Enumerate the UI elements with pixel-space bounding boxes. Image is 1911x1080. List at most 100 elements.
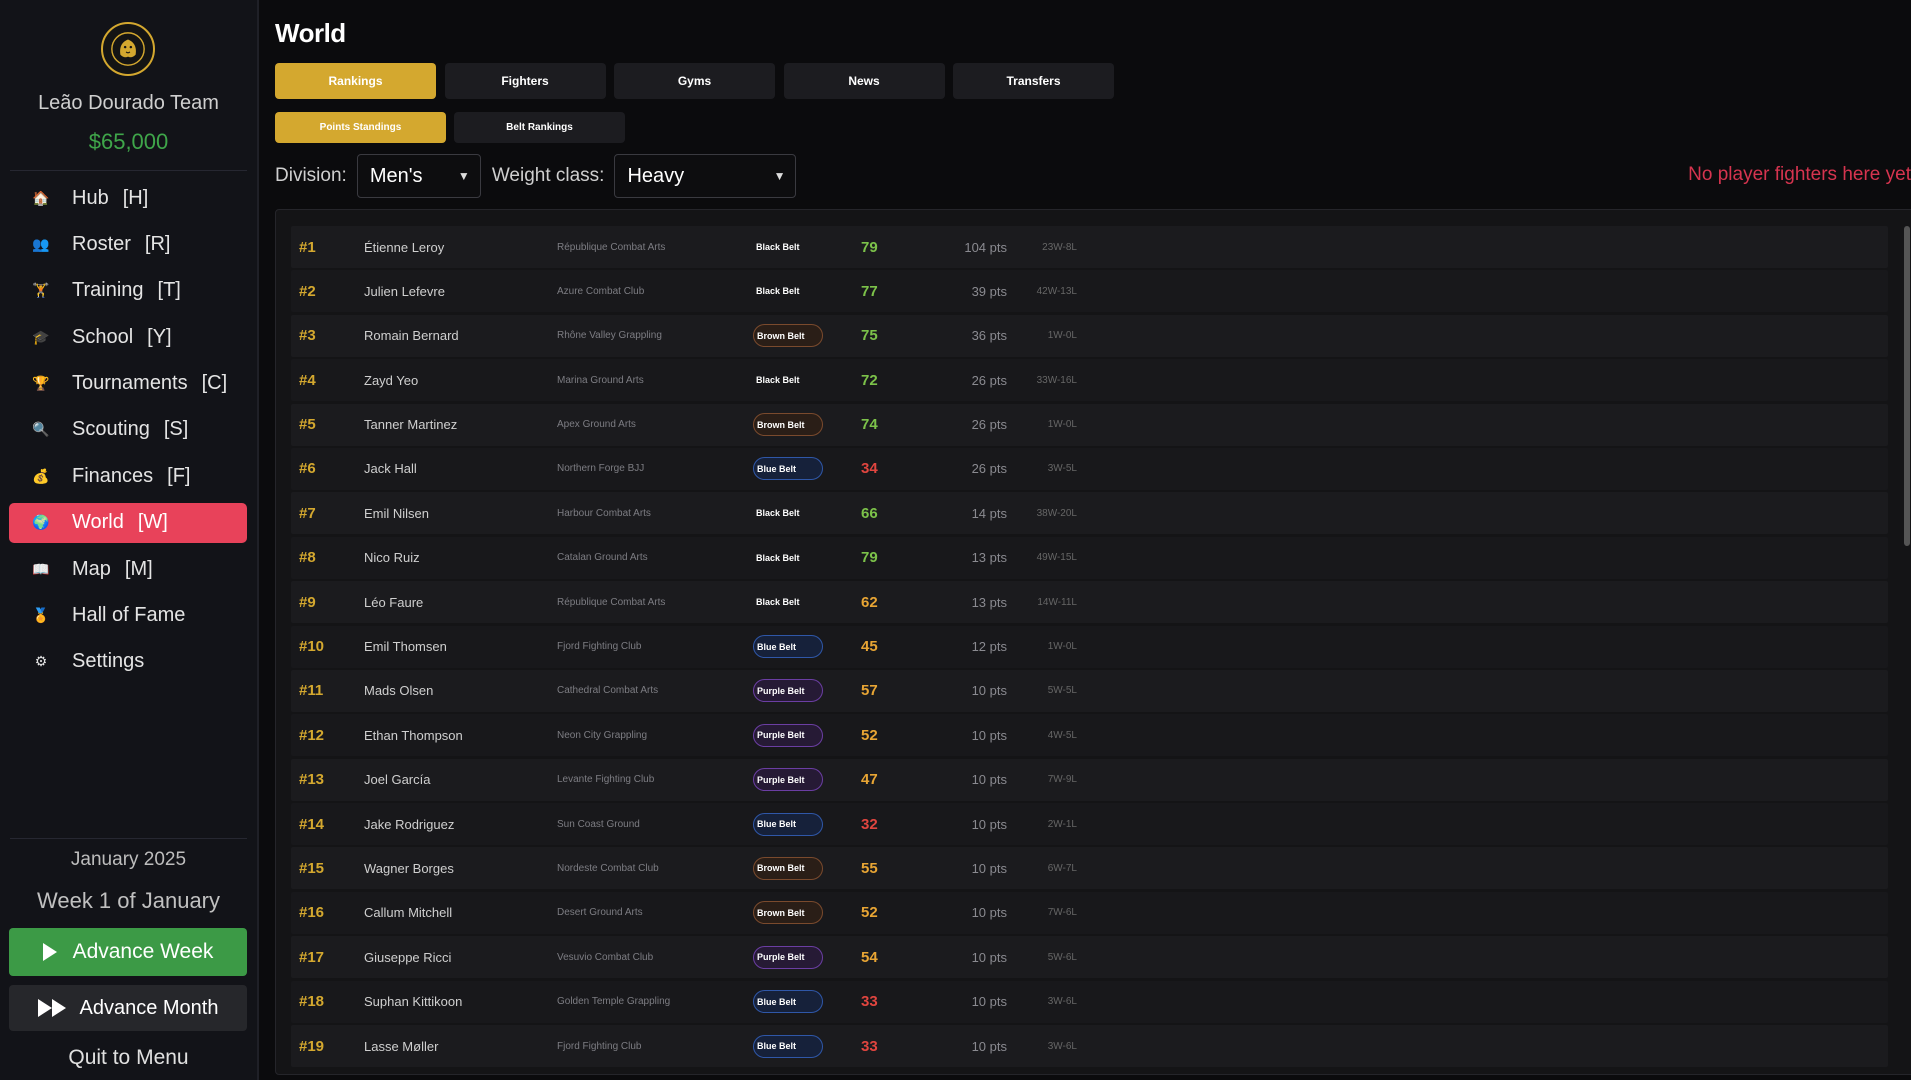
fighter-name[interactable]: Tanner Martinez xyxy=(364,417,557,432)
table-row[interactable]: #10 Emil Thomsen Fjord Fighting Club Blue B… xyxy=(291,625,1888,668)
overall-rating: 57 xyxy=(861,682,878,700)
table-row[interactable]: #6 Jack Hall Northern Forge BJJ Blue Belt 34… xyxy=(291,447,1888,490)
sidebar-item-roster[interactable]: 👥 Roster [R] xyxy=(9,224,247,264)
table-row[interactable]: #19 Lasse Møller Fjord Fighting Club Blue B… xyxy=(291,1025,1888,1068)
table-row[interactable]: #17 Giuseppe Ricci Vesuvio Combat Club Purp… xyxy=(291,936,1888,979)
money-bag-icon: 💰 xyxy=(32,467,50,484)
team-name: Leão Dourado Team xyxy=(38,92,219,114)
table-row[interactable]: #12 Ethan Thompson Neon City Grappling Purp… xyxy=(291,714,1888,757)
sidebar-item-settings[interactable]: ⚙ Settings xyxy=(9,642,247,682)
sidebar-item-hall-of-fame[interactable]: 🏅 Hall of Fame xyxy=(9,596,247,636)
sidebar-item-finances[interactable]: 💰 Finances [F] xyxy=(9,456,247,496)
table-row[interactable]: #16 Callum Mitchell Desert Ground Arts Brow… xyxy=(291,891,1888,934)
table-row[interactable]: #4 Zayd Yeo Marina Ground Arts Black Belt 72… xyxy=(291,359,1888,402)
tab-news[interactable]: News xyxy=(783,63,945,99)
advance-week-label: Advance Week xyxy=(72,940,214,963)
scrollbar[interactable] xyxy=(1904,226,1910,546)
fighter-name[interactable]: Julien Lefevre xyxy=(364,284,557,299)
graduation-cap-icon: 🎓 xyxy=(32,328,50,345)
fighter-name[interactable]: Wagner Borges xyxy=(364,861,557,876)
division-select[interactable]: Men's ▼ xyxy=(356,154,481,198)
belt-cell: Black Belt xyxy=(753,236,861,259)
sidebar-item-tournaments[interactable]: 🏆 Tournaments [C] xyxy=(9,364,247,404)
gym-name: Northern Forge BJJ xyxy=(557,463,645,475)
record: 33W-16L xyxy=(1036,374,1077,386)
belt-cell: Blue Belt xyxy=(753,1034,861,1058)
table-row[interactable]: #2 Julien Lefevre Azure Combat Club Black B… xyxy=(291,270,1888,313)
overall-rating: 52 xyxy=(861,726,878,744)
table-row[interactable]: #18 Suphan Kittikoon Golden Temple Grappli… xyxy=(291,980,1888,1023)
weight-class-value: Heavy xyxy=(627,164,685,187)
advance-month-label: Advance Month xyxy=(79,996,219,1019)
sidebar-item-world[interactable]: 🌍 World [W] xyxy=(9,502,247,543)
fighter-name[interactable]: Zayd Yeo xyxy=(364,373,557,388)
table-row[interactable]: #1 Étienne Leroy République Combat Arts Bla… xyxy=(291,226,1888,268)
belt-badge: Black Belt xyxy=(756,552,800,563)
table-row[interactable]: #14 Jake Rodriguez Sun Coast Ground Blue Be… xyxy=(291,803,1888,846)
record: 14W-11L xyxy=(1037,596,1077,608)
points: 14 pts xyxy=(971,505,1007,521)
sidebar-item-training[interactable]: 🏋 Training [T] xyxy=(9,271,247,311)
fighter-name[interactable]: Joel García xyxy=(364,772,557,787)
subtab-belt-rankings[interactable]: Belt Rankings xyxy=(454,112,625,143)
belt-badge: Blue Belt xyxy=(753,990,823,1014)
advance-month-button[interactable]: Advance Month xyxy=(9,985,247,1031)
gym-name: Fjord Fighting Club xyxy=(557,641,642,653)
table-row[interactable]: #7 Emil Nilsen Harbour Combat Arts Black Be… xyxy=(291,492,1888,535)
sidebar-item-scouting[interactable]: 🔍 Scouting [S] xyxy=(9,410,247,450)
advance-week-button[interactable]: Advance Week xyxy=(9,928,247,976)
table-row[interactable]: #8 Nico Ruiz Catalan Ground Arts Black Belt… xyxy=(291,536,1888,579)
table-row[interactable]: #13 Joel García Levante Fighting Club Purpl… xyxy=(291,758,1888,801)
table-row[interactable]: #9 Léo Faure République Combat Arts Black B… xyxy=(291,581,1888,624)
record: 2W-1L xyxy=(1047,818,1077,830)
fighter-name[interactable]: Ethan Thompson xyxy=(364,728,557,743)
gym-name: Azure Combat Club xyxy=(557,285,645,297)
quit-to-menu-button[interactable]: Quit to Menu xyxy=(0,1046,257,1070)
belt-cell: Black Belt xyxy=(753,280,861,303)
points: 36 pts xyxy=(971,328,1007,344)
subtab-points-standings[interactable]: Points Standings xyxy=(275,112,446,143)
gym-name: Neon City Grappling xyxy=(557,729,648,741)
fighter-name[interactable]: Emil Nilsen xyxy=(364,506,557,521)
fighter-name[interactable]: Callum Mitchell xyxy=(364,905,557,920)
points: 13 pts xyxy=(971,550,1007,566)
overall-rating: 33 xyxy=(861,1037,878,1055)
sidebar-item-school[interactable]: 🎓 School [Y] xyxy=(9,317,247,357)
sidebar-item-hub[interactable]: 🏠 Hub [H] xyxy=(9,178,247,218)
rank-number: #18 xyxy=(299,993,325,1011)
fighter-name[interactable]: Jake Rodriguez xyxy=(364,817,557,832)
fighter-name[interactable]: Mads Olsen xyxy=(364,683,557,698)
fighter-name[interactable]: Nico Ruiz xyxy=(364,550,557,565)
points: 10 pts xyxy=(971,683,1007,699)
fighter-name[interactable]: Romain Bernard xyxy=(364,328,557,343)
overall-rating: 72 xyxy=(861,371,878,389)
fighter-name[interactable]: Étienne Leroy xyxy=(364,240,557,255)
overall-rating: 74 xyxy=(861,416,878,434)
rankings-table[interactable]: #1 Étienne Leroy République Combat Arts Bla… xyxy=(275,209,1911,1075)
fighter-name[interactable]: Léo Faure xyxy=(364,595,557,610)
table-row[interactable]: #5 Tanner Martinez Apex Ground Arts Brown B… xyxy=(291,403,1888,446)
fighter-name[interactable]: Emil Thomsen xyxy=(364,639,557,654)
fighter-name[interactable]: Lasse Møller xyxy=(364,1039,557,1054)
tab-gyms[interactable]: Gyms xyxy=(614,63,775,99)
tab-fighters[interactable]: Fighters xyxy=(444,63,606,99)
record: 42W-13L xyxy=(1036,285,1077,297)
rank-number: #11 xyxy=(299,682,324,700)
table-row[interactable]: #11 Mads Olsen Cathedral Combat Arts Purple… xyxy=(291,669,1888,712)
points: 104 pts xyxy=(964,239,1007,255)
sidebar-item-map[interactable]: 📖 Map [M] xyxy=(9,549,247,589)
weight-class-select[interactable]: Heavy ▼ xyxy=(614,154,797,198)
table-row[interactable]: #15 Wagner Borges Nordeste Combat Club Brow… xyxy=(291,847,1888,890)
belt-cell: Blue Belt xyxy=(753,812,861,836)
fighter-name[interactable]: Suphan Kittikoon xyxy=(364,994,557,1009)
app: Leão Dourado Team $65,000 🏠 Hub [H] 👥 Roster… xyxy=(0,0,1911,1080)
table-row[interactable]: #3 Romain Bernard Rhône Valley Grappling Br… xyxy=(291,314,1888,357)
tab-transfers[interactable]: Transfers xyxy=(953,63,1114,99)
tab-rankings[interactable]: Rankings xyxy=(275,63,436,99)
current-date: January 2025 xyxy=(70,849,187,870)
belt-cell: Blue Belt xyxy=(753,635,861,659)
rank-number: #16 xyxy=(299,904,325,922)
magnifier-icon: 🔍 xyxy=(32,421,50,438)
fighter-name[interactable]: Giuseppe Ricci xyxy=(364,950,557,965)
fighter-name[interactable]: Jack Hall xyxy=(364,461,557,476)
